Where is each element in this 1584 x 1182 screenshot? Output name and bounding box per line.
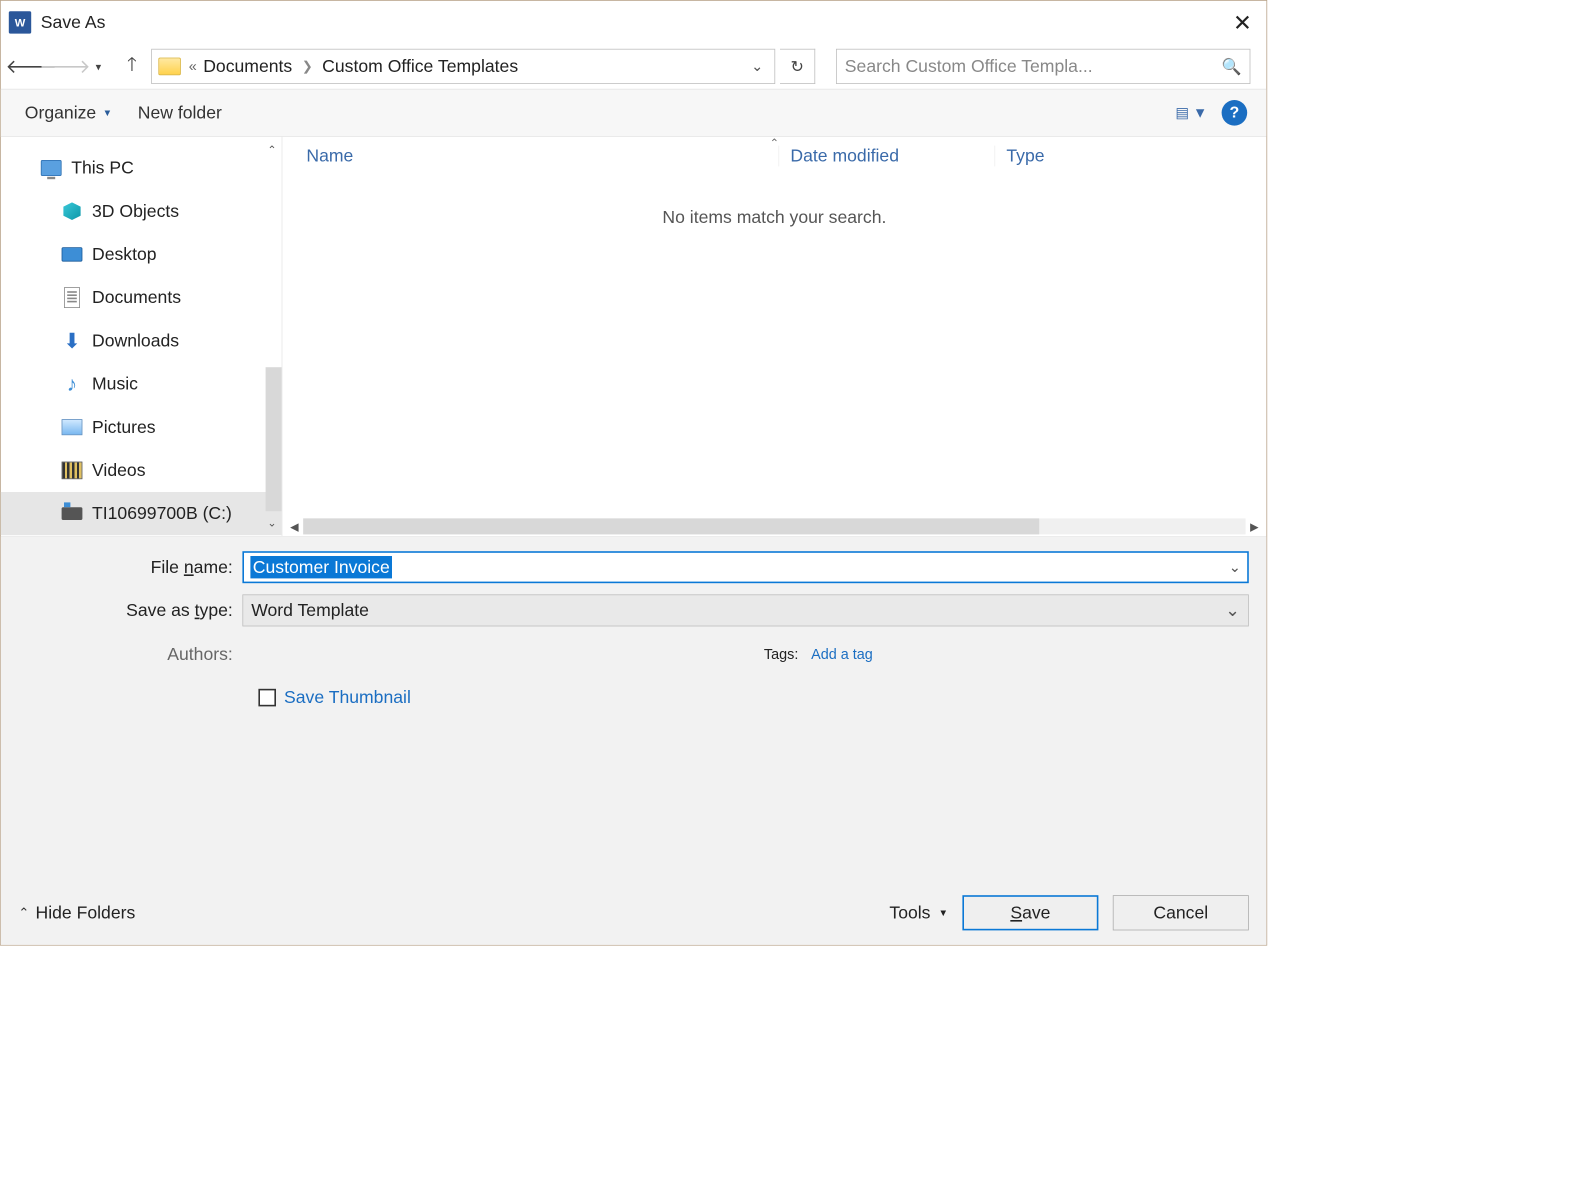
view-mode-button[interactable]: ▤ ▼ (1175, 104, 1207, 121)
bottom-panel: File name: Customer Invoice ⌄ Save as ty… (1, 537, 1267, 945)
tree-3d-objects[interactable]: 3D Objects (1, 190, 282, 233)
tree-videos[interactable]: Videos (1, 449, 282, 492)
word-app-icon: W (9, 11, 31, 33)
dialog-title: Save As (41, 12, 106, 33)
chevron-down-icon: ▼ (938, 907, 948, 918)
column-type[interactable]: Type (994, 146, 1266, 167)
scroll-down-icon[interactable]: ⌄ (267, 516, 276, 530)
filetype-value: Word Template (251, 600, 369, 621)
breadcrumb-parent[interactable]: Documents (200, 56, 295, 77)
footer: ⌃ Hide Folders Tools ▼ Save Cancel (18, 895, 1248, 930)
filetype-dropdown-icon[interactable]: ⌄ (1225, 600, 1240, 621)
chevron-down-icon: ▼ (1193, 104, 1207, 121)
close-button[interactable]: ✕ (1226, 6, 1258, 38)
organize-button[interactable]: Organize ▼ (20, 99, 117, 126)
authors-label: Authors: (18, 644, 242, 665)
address-bar[interactable]: « Documents ❯ Custom Office Templates ⌄ (151, 49, 775, 84)
add-tag-link[interactable]: Add a tag (811, 646, 873, 663)
hide-folders-button[interactable]: ⌃ Hide Folders (18, 902, 135, 923)
scrollbar-track[interactable] (303, 518, 1245, 534)
filetype-row: Save as type: Word Template ⌄ (18, 594, 1248, 626)
file-list-pane: ⌃ Name Date modified Type No items match… (282, 137, 1266, 536)
horizontal-scrollbar[interactable]: ◀ ▶ (282, 517, 1266, 536)
music-icon: ♪ (62, 374, 83, 395)
folder-icon (158, 58, 180, 76)
empty-message: No items match your search. (282, 175, 1266, 517)
filename-value: Customer Invoice (250, 556, 392, 578)
up-button[interactable]: 🡑 (118, 52, 147, 81)
cancel-button[interactable]: Cancel (1113, 895, 1249, 930)
tools-button[interactable]: Tools ▼ (889, 902, 948, 923)
refresh-button[interactable]: ↻ (780, 49, 815, 84)
metadata-row: Authors: Tags: Add a tag (18, 644, 1248, 665)
tree-music[interactable]: ♪ Music (1, 362, 282, 405)
titlebar: W Save As ✕ (1, 1, 1267, 44)
help-button[interactable]: ? (1222, 100, 1248, 126)
save-button[interactable]: Save (962, 895, 1098, 930)
main-area: ⌃ ⌄ This PC 3D Objects Desktop Documents… (1, 137, 1267, 537)
path-overflow-icon[interactable]: « (189, 58, 197, 75)
tags-label: Tags: (764, 646, 798, 663)
column-name[interactable]: Name (306, 146, 778, 167)
collapse-breadcrumb-icon[interactable]: ⌃ (770, 136, 779, 150)
tree-desktop[interactable]: Desktop (1, 233, 282, 276)
folder-tree: ⌃ ⌄ This PC 3D Objects Desktop Documents… (1, 137, 283, 536)
thumbnail-row: Save Thumbnail (18, 687, 1248, 708)
breadcrumb-current[interactable]: Custom Office Templates (319, 56, 521, 77)
3d-objects-icon (62, 201, 83, 222)
filetype-label: Save as type: (18, 600, 242, 621)
save-thumbnail-checkbox[interactable] (258, 689, 276, 707)
scroll-left-icon[interactable]: ◀ (286, 520, 304, 534)
search-input[interactable]: Search Custom Office Templa... 🔍 (836, 49, 1250, 84)
chevron-down-icon: ▼ (103, 107, 113, 118)
scroll-up-icon[interactable]: ⌃ (267, 143, 276, 157)
downloads-icon: ⬇ (62, 330, 83, 351)
scrollbar-thumb[interactable] (266, 367, 282, 511)
tree-documents[interactable]: Documents (1, 276, 282, 319)
nav-row: 🡐 🡒 ▾ 🡑 « Documents ❯ Custom Office Temp… (1, 44, 1267, 89)
forward-button[interactable]: 🡒 (50, 52, 79, 81)
save-as-dialog: W Save As ✕ 🡐 🡒 ▾ 🡑 « Documents ❯ Custom… (0, 0, 1267, 946)
filename-label: File name: (18, 557, 242, 578)
toolbar: Organize ▼ New folder ▤ ▼ ? (1, 89, 1267, 137)
save-thumbnail-label[interactable]: Save Thumbnail (284, 687, 411, 708)
scrollbar-thumb[interactable] (303, 518, 1039, 534)
tree-downloads[interactable]: ⬇ Downloads (1, 319, 282, 362)
recent-dropdown[interactable]: ▾ (84, 52, 113, 81)
this-pc-icon (41, 158, 62, 179)
search-placeholder: Search Custom Office Templa... (845, 56, 1222, 77)
chevron-up-icon: ⌃ (18, 905, 29, 921)
new-folder-button[interactable]: New folder (133, 99, 227, 126)
drive-icon (62, 503, 83, 524)
documents-icon (62, 287, 83, 308)
column-date[interactable]: Date modified (778, 146, 994, 167)
pictures-icon (62, 417, 83, 438)
search-icon[interactable]: 🔍 (1222, 56, 1242, 76)
filename-row: File name: Customer Invoice ⌄ (18, 551, 1248, 583)
tree-pictures[interactable]: Pictures (1, 406, 282, 449)
list-view-icon: ▤ (1175, 104, 1188, 121)
tree-drive-c[interactable]: TI10699700B (C:) (1, 492, 282, 535)
breadcrumb-separator-icon: ❯ (302, 58, 313, 74)
scroll-right-icon[interactable]: ▶ (1246, 520, 1264, 534)
desktop-icon (62, 244, 83, 265)
videos-icon (62, 460, 83, 481)
filename-input[interactable]: Customer Invoice ⌄ (242, 551, 1248, 583)
address-dropdown-icon[interactable]: ⌄ (751, 58, 768, 75)
filetype-select[interactable]: Word Template ⌄ (242, 594, 1248, 626)
tree-this-pc[interactable]: This PC (1, 146, 282, 189)
filename-dropdown-icon[interactable]: ⌄ (1229, 559, 1241, 576)
